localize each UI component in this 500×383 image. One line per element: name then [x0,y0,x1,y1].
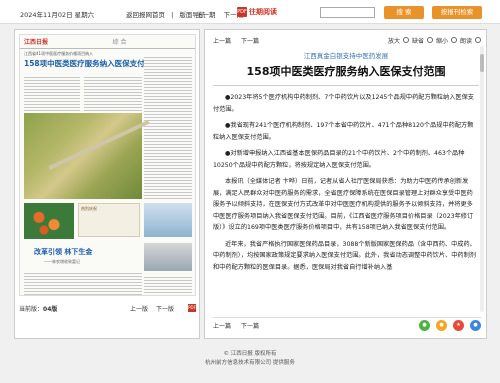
prev-article-link[interactable]: 上一篇 [213,38,231,45]
article-paragraph: ●2023年将5个医疗机构中药制剂、7个中药饮片以及1245个品规中药配方颗粒纳… [213,94,474,113]
box-text: 热烈庆祝 [81,206,97,211]
text-column [144,275,192,295]
baidu-icon[interactable]: ● [470,320,481,331]
top-bar: 2024年11月02日 星期六 返回报网首页 | 版面导航 上一期 下一期 PD… [0,0,500,24]
article-kicker: 江西真金白银支持中医药发展 [303,52,389,60]
newspaper-box: 热烈庆祝 [78,203,140,237]
divider: | [171,11,174,19]
article-paragraph: 本报讯（全媒体记者 卞晔）日前，记者从省人社厅医保局获悉：为助力中医药传承创新发… [213,178,474,231]
prev-issue-link[interactable]: 上一期 [196,11,216,19]
zoom-default-icon[interactable] [426,37,433,43]
prev-edition-link[interactable]: 上一版 [130,306,148,313]
newspaper-page-image[interactable]: 江西日报 综 合 江西省41项中医医疗服务价格项目纳入 158项中医类医疗服务纳… [19,34,196,296]
share-buttons: ● ● ★ ● [413,320,481,331]
next-edition-link[interactable]: 下一版 [156,306,174,313]
text-column [24,75,80,111]
newspaper-brand: 江西日报 [24,39,49,46]
weibo-icon[interactable]: ● [436,320,447,331]
building-photo [144,203,192,237]
current-date: 2024年11月02日 星期六 [20,11,95,19]
zoom-in-icon[interactable] [402,37,409,43]
zoom-out-button[interactable]: 缩小 [436,36,448,45]
edition-number: 04版 [43,305,58,313]
text-column [144,55,192,199]
building-photo [144,243,192,271]
feature-subtitle: ——林农增收致富记 [44,259,80,264]
article-nav: 上一篇 下一篇 [213,36,267,45]
site-footer: © 江西日报 版权所有 杭州前方信息技术有限公司 提供服务 [0,343,500,383]
text-column [84,75,142,111]
past-issues-link[interactable]: PDF 往期阅读 [237,7,277,17]
past-issues-label: 往期阅读 [249,8,277,16]
next-article-link[interactable]: 下一篇 [241,38,259,45]
article-toolbar: 上一篇 下一篇 放大 缺省 缩小 朗读 [213,34,481,46]
article-paragraph: ●我省现有241个医疗机构制剂、197个本省中药饮片、471个品种8120个品规… [213,122,474,141]
feature-title[interactable]: 改革引领 林下生金 [34,247,92,257]
divider [213,85,479,86]
article-nav-bottom: 上一篇 下一篇 [213,321,267,330]
article-panel: 上一篇 下一篇 放大 缺省 缩小 朗读 江西真金白银支持中医药发展 158项中医… [204,29,487,339]
article-footer-bar: 上一篇 下一篇 ● ● ★ ● [213,317,481,333]
edition-label: 当前版： [19,305,44,313]
orange-photo [24,203,74,239]
pdf-icon: PDF [237,7,247,17]
article-scrollbar[interactable] [480,46,484,312]
wechat-icon[interactable]: ● [419,320,430,331]
next-article-link[interactable]: 下一篇 [241,323,259,330]
font-tools: 放大 缺省 缩小 朗读 [385,36,481,45]
qzone-icon[interactable]: ★ [453,320,464,331]
newspaper-section: 综 合 [112,39,127,46]
service-text: 杭州前方信息技术有限公司 提供服务 [205,360,295,366]
farmland-photo [24,113,150,199]
edition-bar: 当前版： 04版 上一版 下一版 PDF [19,302,196,314]
search-input[interactable] [320,7,375,18]
zoom-in-button[interactable]: 放大 [388,36,400,45]
zoom-default-button[interactable]: 缺省 [412,36,424,45]
read-aloud-button[interactable]: 朗读 [460,36,472,45]
prev-article-link[interactable]: 上一篇 [213,323,231,330]
page: 2024年11月02日 星期六 返回报网首页 | 版面导航 上一期 下一期 PD… [0,0,500,383]
pdf-icon[interactable]: PDF [188,304,196,312]
page-thumbnail-panel: 江西日报 综 合 江西省41项中医医疗服务价格项目纳入 158项中医类医疗服务纳… [14,29,200,339]
article-content: 江西真金白银支持中医药发展 158项中医类医疗服务纳入医保支付范围 ●2023年… [213,47,479,309]
edition-nav: 上一版 下一版 [124,304,174,313]
text-column [24,271,142,295]
search-button[interactable]: 搜 索 [384,6,424,19]
article-paragraph: 近年来，我省严格执行国家医保药品目录，3088个新版国家医保药品（含中西药、中成… [213,240,476,271]
home-link[interactable]: 返回报网首页 [126,11,165,19]
advanced-search-button[interactable]: 按报刊检索 [432,6,482,19]
article-headline: 158项中医类医疗服务纳入医保支付范围 [246,65,446,78]
zoom-out-icon[interactable] [450,37,457,43]
copyright-text: © 江西日报 版权所有 [223,351,277,357]
scrollbar-thumb[interactable] [480,54,484,72]
newspaper-header: 江西日报 综 合 [20,35,195,49]
speaker-icon[interactable] [475,37,481,43]
article-paragraph: ●对新增申报纳入江西省基本医保药品目录的21个中药饮片、2个中药制剂、463个品… [213,150,465,169]
